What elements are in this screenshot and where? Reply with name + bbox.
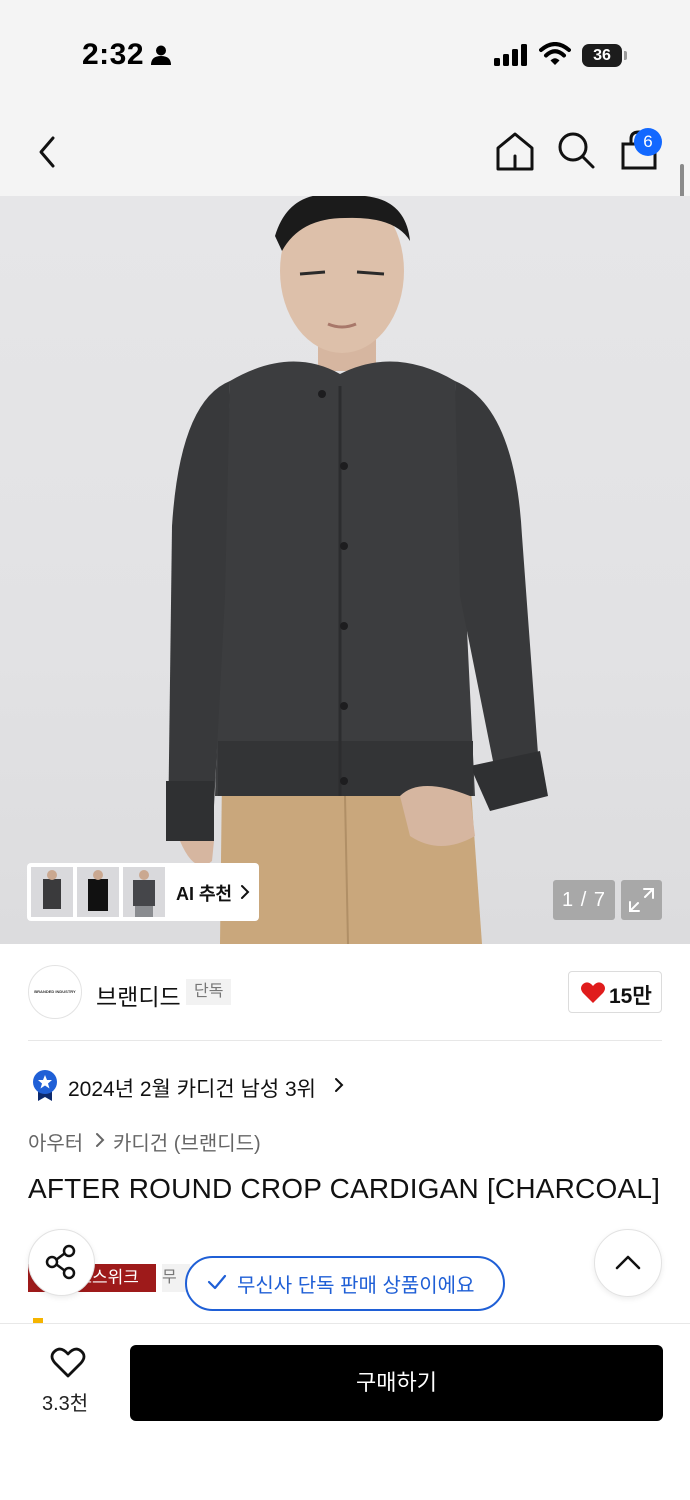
wifi-icon — [539, 42, 571, 65]
ai-thumbnail[interactable] — [31, 867, 73, 917]
ranking-text[interactable]: 2024년 2월 카디건 남성 3위 — [68, 1073, 316, 1103]
expand-icon[interactable] — [621, 880, 662, 920]
divider — [28, 1040, 662, 1041]
ranking-medal-icon — [33, 1070, 57, 1101]
battery-indicator: 36 — [582, 44, 622, 67]
image-page-counter: 1 / 7 — [553, 880, 615, 920]
ai-recommend-label[interactable]: AI 추천 — [176, 880, 232, 906]
search-icon[interactable] — [556, 130, 596, 172]
product-title: AFTER ROUND CROP CARDIGAN [CHARCOAL] — [28, 1173, 661, 1204]
breadcrumb-subcategory[interactable]: 카디건 (브랜디드) — [113, 1127, 261, 1156]
cellular-signal-icon — [494, 44, 527, 66]
chevron-right-icon — [335, 1078, 344, 1092]
wishlist-count: 3.3천 — [42, 1393, 89, 1415]
brand-logo[interactable]: BRANDED INDUSTRY — [28, 965, 82, 1019]
home-icon[interactable] — [494, 130, 536, 172]
status-time: 2:32 — [82, 38, 145, 71]
brand-like-count: 15만 — [609, 985, 652, 1008]
person-icon — [151, 45, 171, 65]
chevron-right-icon — [96, 1133, 105, 1147]
ai-thumbnail[interactable] — [77, 867, 119, 917]
brand-name[interactable]: 브랜디드 — [96, 978, 181, 1012]
check-icon — [207, 1274, 227, 1290]
heart-filled-icon — [581, 982, 605, 1003]
heart-outline-icon[interactable] — [50, 1347, 86, 1379]
ai-thumbnail[interactable] — [123, 867, 165, 917]
toast-text: 무신사 단독 판매 상품이에요 — [237, 1275, 475, 1297]
model-illustration — [166, 196, 548, 944]
share-button[interactable] — [28, 1229, 95, 1296]
battery-cap — [624, 51, 627, 60]
chevron-right-icon — [241, 885, 250, 899]
back-icon[interactable] — [30, 130, 70, 174]
chevron-up-icon — [615, 1255, 641, 1270]
cart-count-badge: 6 — [634, 128, 662, 156]
product-image[interactable] — [0, 196, 690, 944]
exclusive-tag: 단독 — [186, 979, 232, 1005]
scroll-top-button[interactable] — [594, 1229, 662, 1297]
buy-button[interactable]: 구매하기 — [130, 1345, 663, 1421]
breadcrumb-category[interactable]: 아우터 — [28, 1127, 83, 1156]
share-icon — [45, 1244, 76, 1280]
